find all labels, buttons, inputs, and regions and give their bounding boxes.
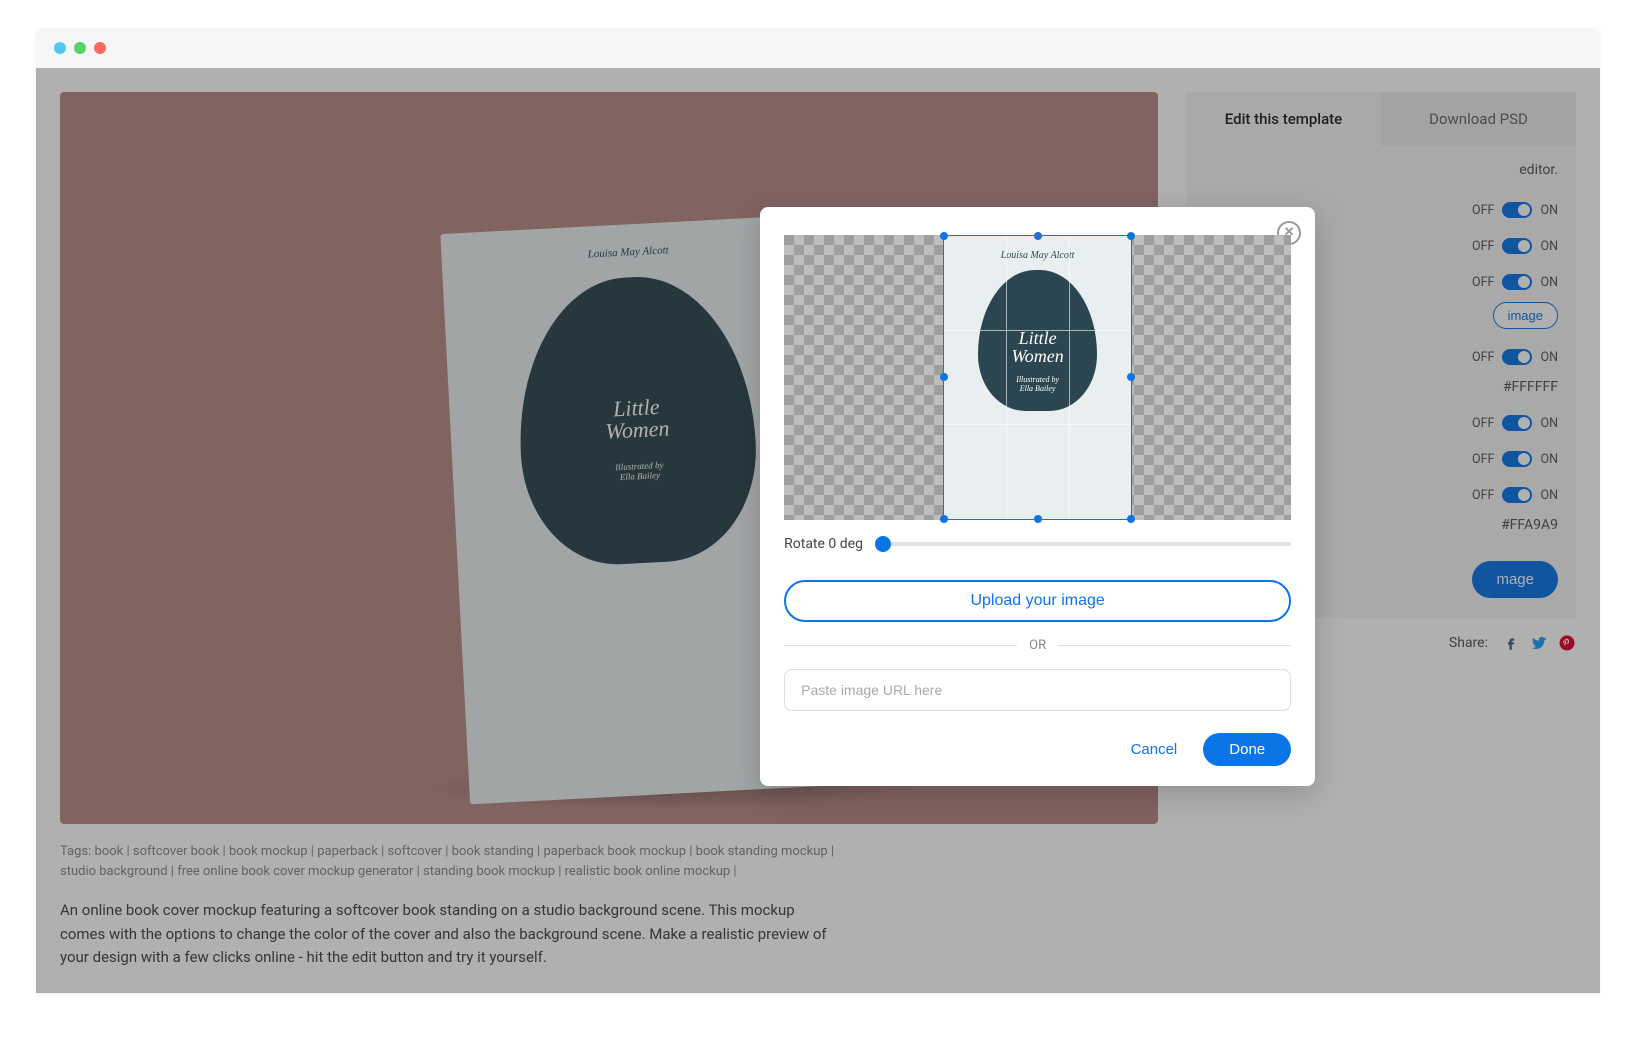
handle-mr[interactable] [1127, 373, 1135, 381]
or-divider: OR [784, 638, 1291, 653]
upload-image-button[interactable]: Upload your image [784, 580, 1291, 622]
window-titlebar [36, 28, 1600, 68]
rotate-label: Rotate 0 deg [784, 536, 863, 552]
handle-bm[interactable] [1034, 515, 1042, 523]
window-zoom-dot[interactable] [94, 42, 106, 54]
browser-window: Louisa May Alcott Little Women Illustrat… [36, 28, 1600, 993]
image-upload-modal: ✕ Louisa May Alcott Little Women Illustr… [760, 207, 1315, 786]
image-url-input[interactable] [784, 669, 1291, 711]
handle-br[interactable] [1127, 515, 1135, 523]
handle-tm[interactable] [1034, 232, 1042, 240]
app-viewport: Louisa May Alcott Little Women Illustrat… [36, 68, 1600, 993]
rotate-value: 0 deg [828, 536, 863, 552]
handle-bl[interactable] [940, 515, 948, 523]
rotate-slider[interactable] [875, 542, 1291, 546]
modal-actions: Cancel Done [784, 733, 1291, 766]
crop-handles[interactable] [943, 235, 1132, 520]
crop-canvas[interactable]: Louisa May Alcott Little Women Illustrat… [784, 235, 1291, 520]
handle-tr[interactable] [1127, 232, 1135, 240]
rotate-control: Rotate 0 deg [784, 536, 1291, 552]
rotate-slider-thumb[interactable] [875, 536, 891, 552]
window-close-dot[interactable] [54, 42, 66, 54]
window-minimize-dot[interactable] [74, 42, 86, 54]
done-button[interactable]: Done [1203, 733, 1291, 766]
cancel-button[interactable]: Cancel [1131, 741, 1178, 758]
